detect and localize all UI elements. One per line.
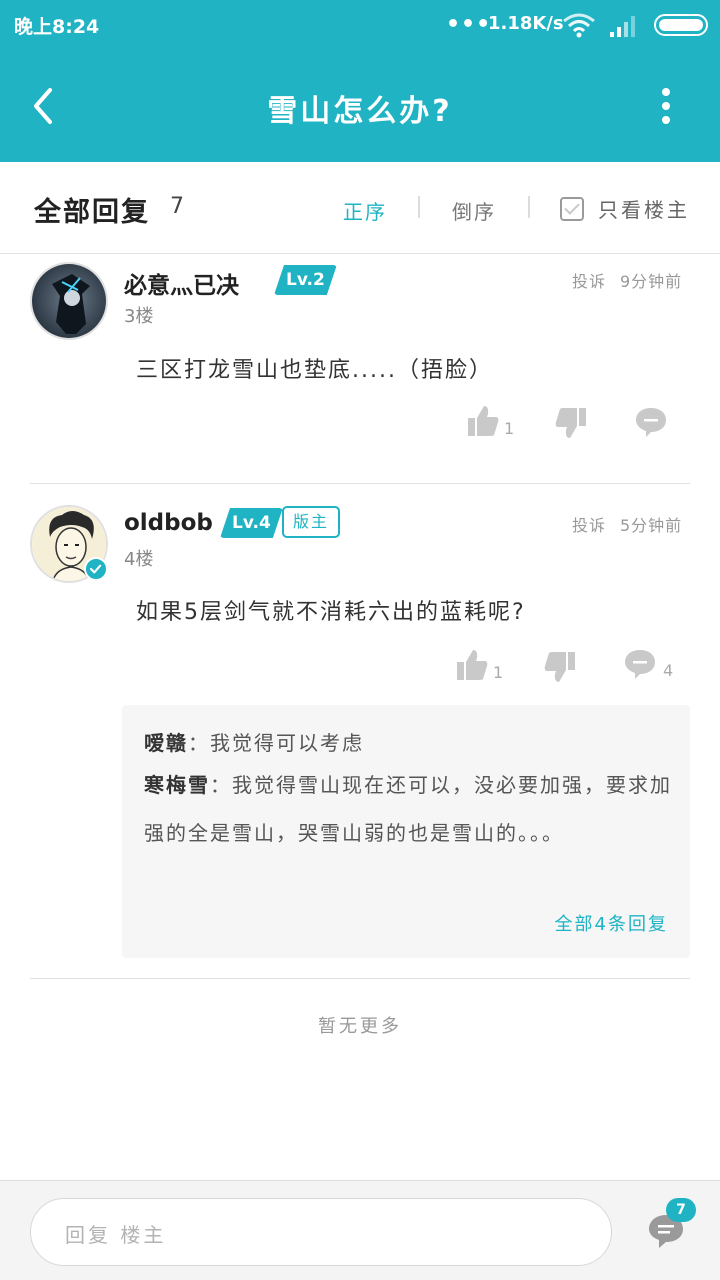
sub-replies-panel: 嗳赣：我觉得可以考虑 寒梅雪：我觉得雪山现在还可以，没必要加强，要求加强的全是雪… — [122, 705, 690, 958]
sub-reply-separator: ： — [210, 773, 232, 797]
thumbs-down-icon — [555, 408, 586, 438]
username[interactable]: ​必意灬已决 — [124, 266, 239, 300]
filter-bar: 全部回复 7 正序 倒序 只看楼主 — [0, 162, 720, 254]
sub-reply-text: 我觉得可以考虑 — [210, 731, 364, 755]
dislike-button[interactable] — [543, 650, 577, 684]
signal-icon — [610, 16, 635, 37]
sub-reply-user[interactable]: 嗳赣 — [144, 731, 188, 755]
avatar-image — [32, 264, 106, 338]
wifi-icon — [563, 13, 595, 38]
divider — [528, 196, 530, 218]
thumbs-up-icon — [468, 406, 499, 436]
header: 晚上8:24 ••• 1.18K/s 雪山怎么办? — [0, 0, 720, 162]
post-time: 5分钟前 — [620, 516, 683, 535]
status-bar: 晚上8:24 ••• 1.18K/s — [0, 0, 720, 50]
like-button[interactable]: 1 — [455, 648, 503, 682]
avatar[interactable] — [30, 262, 108, 340]
floor-number: 3楼 — [124, 306, 154, 327]
divider — [30, 483, 690, 484]
like-button[interactable]: 1 — [466, 404, 514, 438]
level-badge: Lv.4 — [220, 508, 283, 538]
reply-input[interactable]: 回复 楼主 — [30, 1198, 612, 1266]
comment-icon — [625, 650, 655, 679]
status-time: 晚上8:24 — [14, 16, 100, 38]
reply-placeholder: 回复 楼主 — [65, 1223, 167, 1247]
post-content: 三区打龙雪山也垫底.....（捂脸） — [136, 358, 493, 383]
more-vertical-icon[interactable] — [648, 84, 684, 128]
page-title: 雪山怎么办? — [267, 94, 453, 129]
sort-ascending-tab[interactable]: 正序 — [343, 196, 387, 225]
post-time: 9分钟前 — [620, 272, 683, 291]
dislike-button[interactable] — [554, 406, 588, 440]
sub-reply[interactable]: 寒梅雪：我觉得雪山现在还可以，没必要加强，要求加强的全是雪山，哭雪山弱的也是雪山… — [144, 761, 674, 857]
checkbox-icon[interactable] — [560, 196, 584, 221]
divider — [30, 978, 690, 979]
bottom-bar: 回复 楼主 7 — [0, 1180, 720, 1280]
post-content: 如果5层剑气就不消耗六出的蓝耗呢? — [136, 600, 526, 625]
sub-reply-separator: ： — [188, 731, 210, 755]
thumbs-up-icon — [457, 650, 488, 680]
notification-dots-icon: ••• — [446, 12, 492, 37]
report-link[interactable]: 投诉 — [572, 512, 606, 536]
thumbs-down-icon — [544, 652, 575, 682]
reply-count: 7 — [170, 194, 184, 219]
view-all-replies-link[interactable]: 全部4条回复 — [555, 910, 668, 936]
op-only-label: 只看楼主 — [598, 198, 690, 222]
comment-icon — [636, 408, 666, 437]
sub-reply[interactable]: 嗳赣：我觉得可以考虑 — [144, 719, 674, 767]
floor-number: 4楼 — [124, 549, 154, 570]
moderator-badge: 版主 — [282, 506, 341, 538]
username[interactable]: oldbob — [124, 510, 213, 536]
comment-button[interactable]: 4 — [623, 648, 673, 680]
comments-count-badge: 7 — [666, 1198, 696, 1222]
comment-button[interactable] — [634, 406, 668, 438]
all-replies-label: 全部回复 — [34, 197, 150, 228]
verified-icon — [84, 557, 108, 581]
op-only-toggle[interactable]: 只看楼主 — [560, 194, 690, 223]
divider — [418, 196, 420, 218]
comment-count: 4 — [663, 661, 674, 680]
sub-reply-user[interactable]: 寒梅雪 — [144, 773, 210, 797]
like-count: 1 — [493, 663, 504, 682]
battery-icon — [654, 14, 708, 36]
like-count: 1 — [504, 419, 515, 438]
no-more-text: 暂无更多 — [318, 1016, 402, 1037]
level-badge: Lv.2 — [274, 265, 337, 295]
network-speed: 1.18K/s — [488, 13, 564, 34]
report-link[interactable]: 投诉 — [572, 268, 606, 292]
sort-descending-tab[interactable]: 倒序 — [452, 196, 496, 225]
